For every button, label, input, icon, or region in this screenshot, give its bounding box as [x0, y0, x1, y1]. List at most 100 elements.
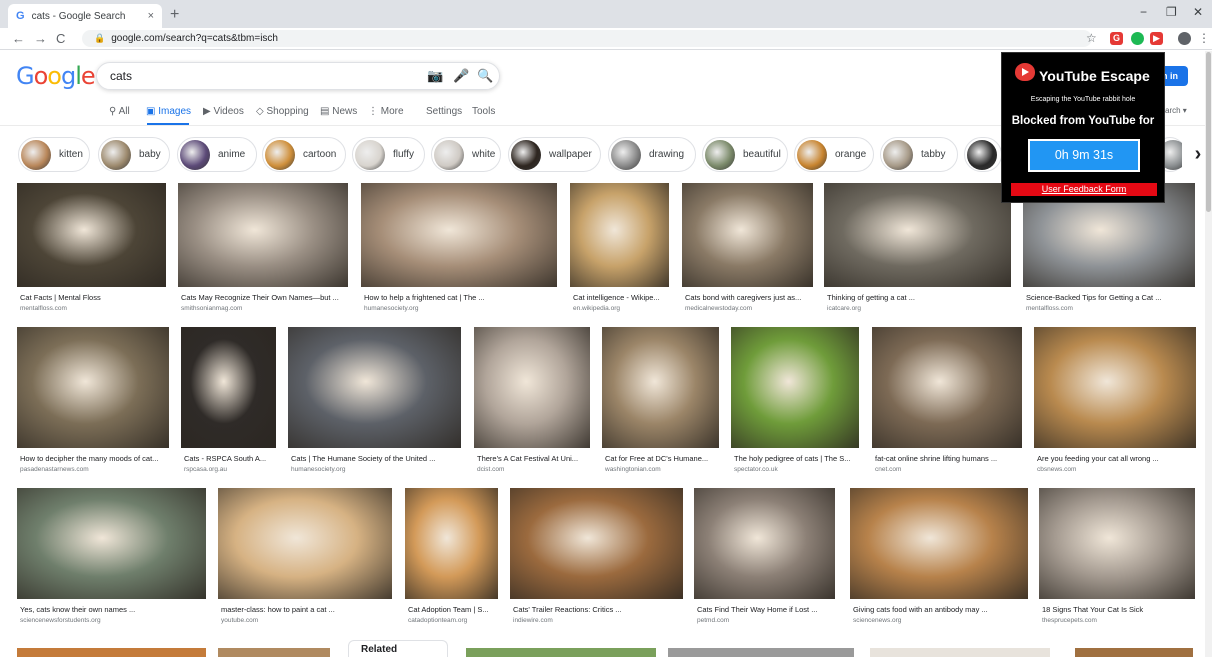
image-result[interactable]: Are you feeding your cat all wrong ... cb…: [1034, 327, 1196, 480]
chip-fluffy[interactable]: fluffy: [352, 137, 425, 172]
cat-thumbnail[interactable]: [288, 327, 461, 448]
safesearch-fragment[interactable]: arch ▾: [1165, 106, 1187, 115]
browser-tab[interactable]: G cats - Google Search ×: [8, 4, 162, 28]
chip-cartoon[interactable]: cartoon: [262, 137, 346, 172]
youtube-escape-extension-icon[interactable]: ▶: [1150, 32, 1163, 45]
result-caption[interactable]: Cats - RSPCA South A...: [184, 454, 275, 463]
tools-link[interactable]: Tools: [472, 106, 495, 117]
cat-thumbnail[interactable]: [682, 183, 813, 287]
result-caption[interactable]: Science-Backed Tips for Getting a Cat ..…: [1026, 293, 1194, 302]
extension-icon[interactable]: [1131, 32, 1144, 45]
result-caption[interactable]: Cat for Free at DC's Humane...: [605, 454, 718, 463]
result-caption[interactable]: How to decipher the many moods of cat...: [20, 454, 168, 463]
tab-all[interactable]: ⚲ All: [109, 106, 130, 117]
cat-thumbnail[interactable]: [474, 327, 590, 448]
image-result-partial[interactable]: [218, 648, 330, 657]
result-caption[interactable]: Cats' Trailer Reactions: Critics ...: [513, 605, 682, 614]
chip-white[interactable]: white: [431, 137, 501, 172]
tab-images[interactable]: ▣ Images: [146, 106, 191, 117]
image-result[interactable]: Cats' Trailer Reactions: Critics ... indi…: [510, 488, 683, 631]
tab-close-icon[interactable]: ×: [148, 10, 154, 22]
result-caption[interactable]: Are you feeding your cat all wrong ...: [1037, 454, 1195, 463]
feedback-form-link[interactable]: User Feedback Form: [1011, 183, 1157, 196]
cat-thumbnail[interactable]: [731, 327, 859, 448]
microphone-icon[interactable]: 🎤: [453, 68, 469, 84]
cat-thumbnail[interactable]: [850, 488, 1028, 599]
cat-thumbnail[interactable]: [17, 488, 206, 599]
image-result[interactable]: Thinking of getting a cat ... icatcare.or…: [824, 183, 1011, 319]
image-result[interactable]: How to decipher the many moods of cat...…: [17, 327, 169, 480]
result-caption[interactable]: Giving cats food with an antibody may ..…: [853, 605, 1027, 614]
cat-thumbnail[interactable]: [17, 327, 169, 448]
chip-baby[interactable]: baby: [98, 137, 170, 172]
tab-videos[interactable]: ▶ Videos: [203, 106, 244, 117]
cat-thumbnail[interactable]: [178, 183, 348, 287]
cat-thumbnail[interactable]: [824, 183, 1011, 287]
chip-more[interactable]: [964, 137, 1002, 172]
result-caption[interactable]: There's A Cat Festival At Uni...: [477, 454, 589, 463]
tab-shopping[interactable]: ◇ Shopping: [256, 106, 309, 117]
chip-orange[interactable]: orange: [794, 137, 874, 172]
cat-thumbnail[interactable]: [1039, 488, 1195, 599]
settings-link[interactable]: Settings: [426, 106, 462, 117]
image-result[interactable]: Cat Adoption Team | S... catadoptionteam.…: [405, 488, 498, 631]
chip-anime[interactable]: anime: [177, 137, 257, 172]
camera-icon[interactable]: 📷: [427, 68, 443, 84]
chip-tabby[interactable]: tabby: [880, 137, 958, 172]
result-caption[interactable]: Thinking of getting a cat ...: [827, 293, 1010, 302]
image-result[interactable]: Cats Find Their Way Home if Lost ... petm…: [694, 488, 835, 631]
cat-thumbnail[interactable]: [694, 488, 835, 599]
cat-thumbnail[interactable]: [510, 488, 683, 599]
result-caption[interactable]: master-class: how to paint a cat ...: [221, 605, 391, 614]
result-caption[interactable]: fat-cat online shrine lifting humans ...: [875, 454, 1021, 463]
image-result[interactable]: Cats | The Humane Society of the United …: [288, 327, 461, 480]
cat-thumbnail[interactable]: [1034, 327, 1196, 448]
image-result[interactable]: Cats - RSPCA South A... rspcasa.org.au: [181, 327, 276, 480]
result-caption[interactable]: Cat intelligence - Wikipe...: [573, 293, 668, 302]
image-result[interactable]: Giving cats food with an antibody may ..…: [850, 488, 1028, 631]
cat-thumbnail[interactable]: [405, 488, 498, 599]
image-result[interactable]: fat-cat online shrine lifting humans ...…: [872, 327, 1022, 480]
forward-button[interactable]: →: [34, 31, 47, 46]
google-logo[interactable]: Google: [16, 62, 96, 91]
new-tab-button[interactable]: +: [170, 6, 179, 24]
image-result[interactable]: Cats bond with caregivers just as... medi…: [682, 183, 813, 319]
image-result-partial[interactable]: [1075, 648, 1193, 657]
tab-more[interactable]: ⋮ More: [368, 106, 404, 117]
image-result[interactable]: 18 Signs That Your Cat Is Sick thesprucep…: [1039, 488, 1195, 631]
image-result-partial[interactable]: [17, 648, 206, 657]
search-icon[interactable]: 🔍: [477, 68, 493, 84]
result-caption[interactable]: Cats bond with caregivers just as...: [685, 293, 812, 302]
image-result-partial[interactable]: [668, 648, 854, 657]
result-caption[interactable]: Cat Facts | Mental Floss: [20, 293, 165, 302]
result-caption[interactable]: Yes, cats know their own names ...: [20, 605, 205, 614]
image-result[interactable]: Yes, cats know their own names ... scienc…: [17, 488, 206, 631]
image-result[interactable]: Cat for Free at DC's Humane... washington…: [602, 327, 719, 480]
image-result[interactable]: Cat intelligence - Wikipe... en.wikipedia…: [570, 183, 669, 319]
result-caption[interactable]: The holy pedigree of cats | The S...: [734, 454, 858, 463]
chip-wallpaper[interactable]: wallpaper: [508, 137, 601, 172]
image-result[interactable]: Science-Backed Tips for Getting a Cat ..…: [1023, 183, 1195, 319]
image-result[interactable]: master-class: how to paint a cat ... yout…: [218, 488, 392, 631]
minimize-button[interactable]: −: [1140, 5, 1147, 19]
result-caption[interactable]: 18 Signs That Your Cat Is Sick: [1042, 605, 1194, 614]
reload-button[interactable]: C: [56, 31, 65, 46]
cat-thumbnail[interactable]: [602, 327, 719, 448]
image-result-partial[interactable]: [870, 648, 1050, 657]
chip-beautiful[interactable]: beautiful: [702, 137, 788, 172]
image-result[interactable]: There's A Cat Festival At Uni... dcist.co…: [474, 327, 590, 480]
cat-thumbnail[interactable]: [17, 183, 166, 287]
result-caption[interactable]: Cats May Recognize Their Own Names—but .…: [181, 293, 347, 302]
result-caption[interactable]: Cats Find Their Way Home if Lost ...: [697, 605, 834, 614]
chip-kitten[interactable]: kitten: [18, 137, 90, 172]
result-caption[interactable]: How to help a frightened cat | The ...: [364, 293, 556, 302]
maximize-button[interactable]: ❐: [1166, 5, 1177, 19]
result-caption[interactable]: Cats | The Humane Society of the United …: [291, 454, 460, 463]
cat-thumbnail[interactable]: [181, 327, 276, 448]
result-caption[interactable]: Cat Adoption Team | S...: [408, 605, 497, 614]
back-button[interactable]: ←: [12, 31, 25, 46]
browser-menu-icon[interactable]: ⋮: [1198, 31, 1210, 45]
cat-thumbnail[interactable]: [218, 488, 392, 599]
close-window-button[interactable]: ✕: [1193, 5, 1203, 19]
image-result[interactable]: The holy pedigree of cats | The S... spec…: [731, 327, 859, 480]
